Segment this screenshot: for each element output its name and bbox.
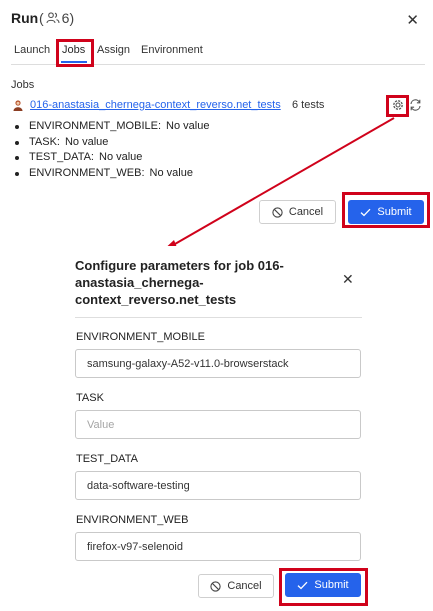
count-open-paren: (	[39, 10, 44, 26]
field-label: ENVIRONMENT_MOBILE	[76, 331, 205, 343]
tab-bar: Launch Jobs Assign Environment	[11, 41, 425, 65]
param-value: No value	[166, 120, 210, 132]
task-field[interactable]	[75, 410, 361, 439]
gear-icon[interactable]	[391, 98, 405, 112]
panel-header: Run (6) ✕	[11, 10, 421, 30]
list-item: TEST_DATA: No value	[14, 151, 209, 167]
dialog-submit-button[interactable]: Submit	[285, 573, 361, 597]
cancel-button[interactable]: Cancel	[259, 200, 336, 224]
dialog-cancel-button[interactable]: Cancel	[198, 574, 274, 598]
run-count: (6)	[39, 10, 74, 26]
job-params-list: ENVIRONMENT_MOBILE: No value TASK: No valu…	[14, 120, 209, 182]
check-icon	[297, 581, 308, 589]
jobs-section-label: Jobs	[11, 79, 35, 91]
param-key: TEST_DATA:	[29, 151, 94, 163]
job-test-count: 6 tests	[292, 99, 325, 111]
submit-label: Submit	[314, 579, 349, 591]
close-icon[interactable]: ✕	[342, 271, 354, 288]
refresh-icon[interactable]	[409, 98, 422, 112]
check-icon	[360, 208, 371, 216]
environment-web-field[interactable]	[75, 532, 361, 561]
job-avatar-icon	[13, 100, 23, 111]
active-tab-indicator	[61, 61, 87, 63]
list-item: TASK: No value	[14, 136, 209, 152]
environment-mobile-field[interactable]	[75, 349, 361, 378]
param-key: TASK:	[29, 135, 60, 148]
submit-button[interactable]: Submit	[348, 200, 424, 224]
field-label: ENVIRONMENT_WEB	[76, 514, 189, 526]
list-item: ENVIRONMENT_WEB: No value	[14, 167, 209, 183]
cancel-label: Cancel	[288, 206, 324, 218]
page-title: Run	[11, 10, 39, 26]
cancel-icon	[210, 580, 222, 592]
test-data-field[interactable]	[75, 471, 361, 500]
configure-dialog: Configure parameters for job 016-anastas…	[62, 246, 374, 611]
tab-jobs[interactable]: Jobs	[62, 44, 85, 56]
tab-assign[interactable]: Assign	[97, 44, 130, 56]
job-row: 016-anastasia_chernega-context_reverso.n…	[11, 98, 425, 114]
param-key: ENVIRONMENT_WEB:	[29, 166, 145, 179]
submit-label: Submit	[377, 206, 412, 218]
tab-launch[interactable]: Launch	[14, 44, 50, 56]
job-link[interactable]: 016-anastasia_chernega-context_reverso.n…	[30, 99, 281, 111]
tab-environment[interactable]: Environment	[141, 44, 203, 56]
close-icon[interactable]: ✕	[406, 11, 419, 29]
cancel-icon	[272, 206, 283, 218]
field-label: TEST_DATA	[76, 453, 138, 465]
param-value: No value	[149, 166, 193, 179]
field-label: TASK	[76, 392, 104, 404]
people-icon	[46, 12, 60, 24]
param-key: ENVIRONMENT_MOBILE:	[29, 120, 162, 132]
count-close-paren: )	[69, 10, 75, 26]
dialog-divider	[75, 317, 362, 318]
param-value: No value	[99, 151, 143, 163]
list-item: ENVIRONMENT_MOBILE: No value	[14, 120, 209, 136]
cancel-label: Cancel	[227, 580, 262, 592]
dialog-title: Configure parameters for job 016-anastas…	[75, 258, 284, 307]
param-value: No value	[64, 135, 109, 148]
